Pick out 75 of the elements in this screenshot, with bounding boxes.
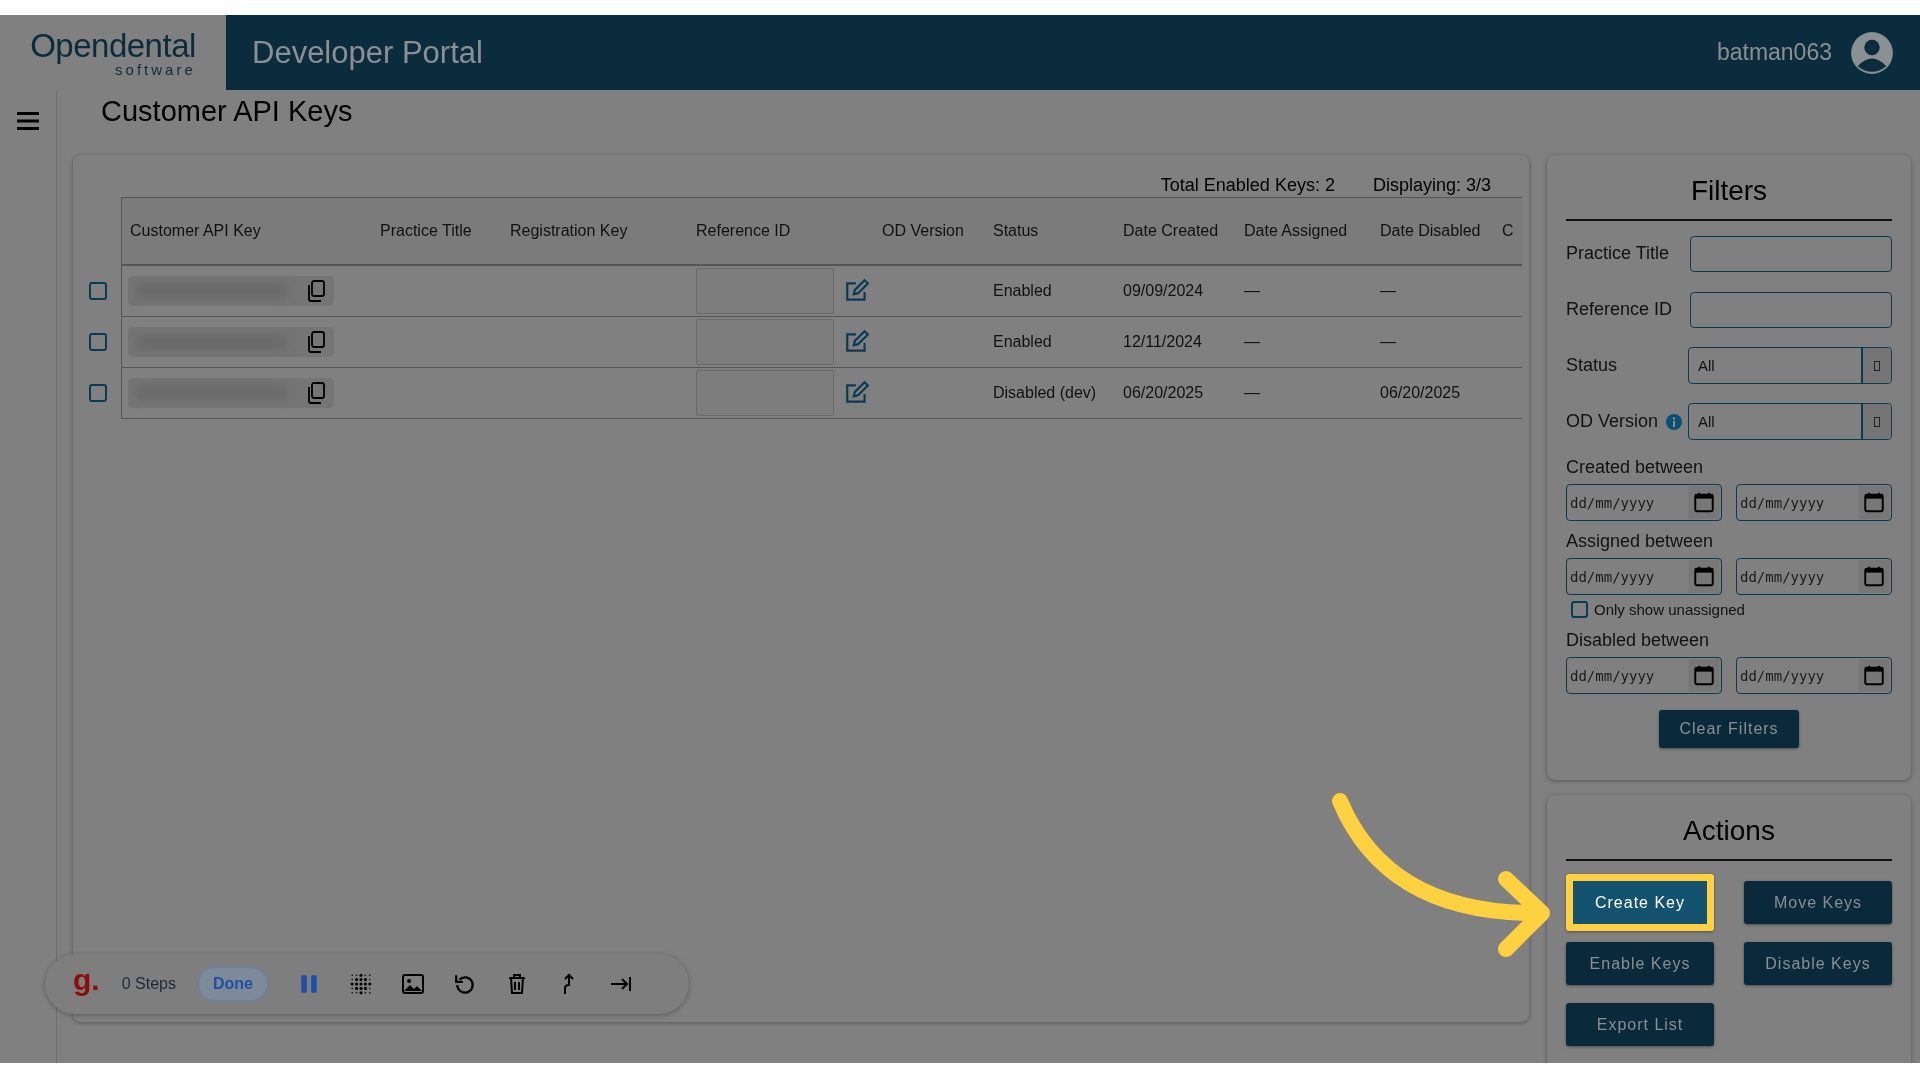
info-icon[interactable] — [1666, 413, 1683, 430]
action-button[interactable]: Enable Keys — [1566, 942, 1714, 985]
column-header: Date Created — [1122, 222, 1220, 240]
row-checkbox[interactable] — [89, 332, 107, 351]
user-avatar-icon[interactable] — [1850, 30, 1894, 75]
date-cell-text: 06/20/2025 — [1122, 384, 1205, 402]
clear-filters-button[interactable]: Clear Filters — [1659, 710, 1799, 748]
calendar-icon[interactable] — [1858, 486, 1890, 519]
calendar-icon[interactable] — [1688, 560, 1720, 593]
logo-text: Opendental — [30, 28, 196, 62]
edit-icon[interactable] — [844, 278, 870, 304]
edit-icon[interactable] — [844, 380, 870, 406]
copy-icon[interactable] — [306, 280, 326, 302]
missing-glyph-icon — [1874, 416, 1880, 427]
status-cell-text: Disabled (dev) — [992, 384, 1098, 402]
column-header: Date Disabled — [1379, 222, 1482, 240]
column-header: Reference ID — [695, 222, 792, 240]
blur-icon[interactable] — [349, 973, 372, 995]
date-cell-text: — — [1243, 384, 1261, 402]
copy-icon[interactable] — [306, 382, 326, 404]
undo-icon[interactable] — [453, 973, 476, 995]
checkbox[interactable] — [1571, 601, 1588, 618]
checkbox-label: Only show unassigned — [1594, 601, 1745, 618]
calendar-icon[interactable] — [1858, 659, 1890, 692]
dropdown[interactable]: All — [1688, 347, 1892, 384]
user-name[interactable]: batman063 — [1716, 39, 1832, 66]
calendar-icon[interactable] — [1688, 486, 1720, 519]
row-checkbox[interactable] — [89, 383, 107, 402]
field-label: Assigned between — [1566, 531, 1715, 552]
text-field[interactable] — [1690, 291, 1892, 328]
calendar-icon[interactable] — [1688, 659, 1720, 692]
page-title: Customer API Keys — [100, 94, 354, 129]
text-field[interactable] — [1690, 235, 1892, 272]
menu-icon[interactable] — [17, 112, 39, 130]
column-header: Customer API Key — [129, 222, 262, 240]
calendar-icon[interactable] — [1858, 560, 1890, 593]
row-checkbox[interactable] — [89, 281, 107, 300]
column-header: Practice Title — [379, 222, 473, 240]
status-cell-text: Enabled — [992, 333, 1053, 351]
displaying-count: Displaying: 3/3 — [1372, 175, 1491, 197]
copy-icon[interactable] — [306, 331, 326, 353]
field-label: OD Version — [1566, 411, 1659, 432]
date-cell-text: 06/20/2025 — [1379, 384, 1462, 402]
panel-title: Filters — [1566, 155, 1892, 221]
field-label: Reference ID — [1566, 299, 1673, 320]
action-button[interactable]: Export List — [1566, 1003, 1714, 1046]
column-header: Status — [992, 222, 1040, 240]
field-label: Created between — [1566, 457, 1705, 478]
column-header: C — [1502, 222, 1515, 240]
field-label: Disabled between — [1566, 630, 1711, 651]
date-cell-text: — — [1379, 333, 1397, 351]
edit-icon[interactable] — [844, 329, 870, 355]
total-enabled-count: Total Enabled Keys: 2 — [1160, 175, 1335, 197]
column-header: Date Assigned — [1243, 222, 1349, 240]
action-button[interactable]: Create Key — [1566, 874, 1714, 931]
missing-glyph-icon — [1874, 360, 1880, 371]
action-button[interactable]: Disable Keys — [1744, 942, 1892, 985]
field-label: Practice Title — [1566, 243, 1670, 264]
date-cell-text: — — [1379, 282, 1397, 300]
portal-title: Developer Portal — [252, 34, 484, 71]
step-count: 0 Steps — [121, 975, 176, 993]
date-cell-text: 09/09/2024 — [1122, 282, 1205, 300]
logo-subtext: software — [115, 61, 196, 77]
date-cell-text: 12/11/2024 — [1122, 333, 1203, 351]
recorder-logo: g. — [73, 965, 100, 995]
field-label: Status — [1566, 355, 1618, 376]
column-header: Registration Key — [509, 222, 629, 240]
column-header: OD Version — [881, 222, 965, 240]
status-cell-text: Enabled — [992, 282, 1053, 300]
dropdown[interactable]: All — [1688, 403, 1892, 440]
action-button[interactable]: Move Keys — [1744, 881, 1892, 924]
image-icon[interactable] — [401, 973, 424, 995]
date-cell-text: — — [1243, 282, 1261, 300]
panel-title: Actions — [1566, 795, 1892, 861]
date-cell-text: — — [1243, 333, 1261, 351]
